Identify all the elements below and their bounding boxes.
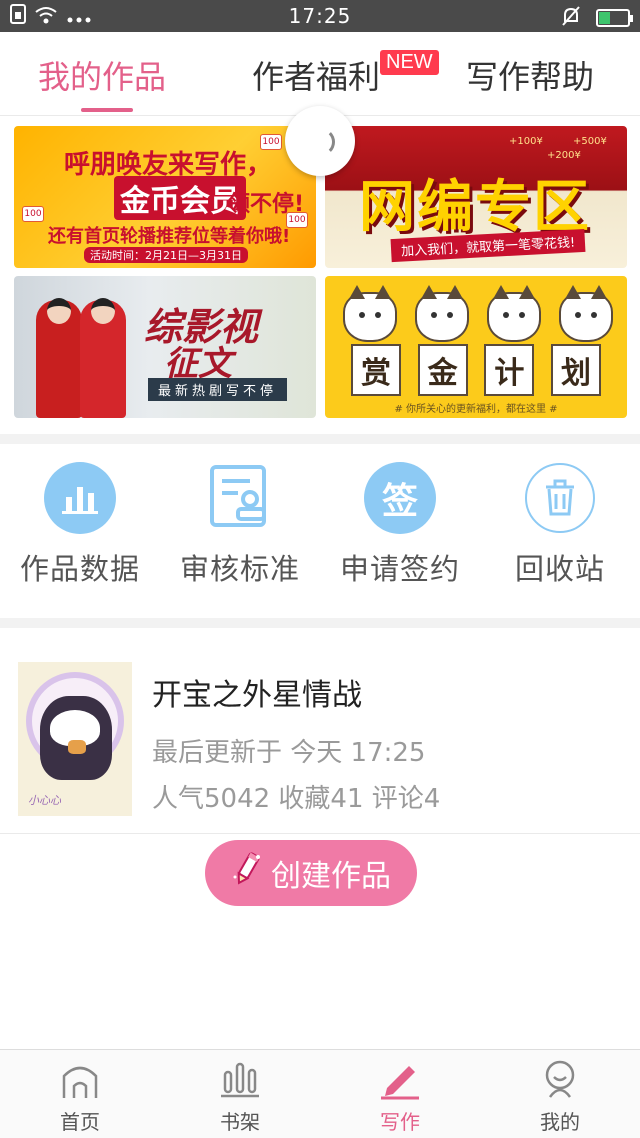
banner-caption: # 你所关心的更新福利，都在这里 # — [394, 404, 558, 415]
banner-bounty-plan[interactable]: 赏 金 计 划 # 你所关心的更新福利，都在这里 # — [325, 276, 627, 418]
cover-text: 小心心 — [28, 794, 61, 807]
action-apply-contract[interactable]: 签 申请签约 — [320, 462, 480, 588]
nav-label: 书架 — [220, 1110, 260, 1134]
amount-label: +100¥ — [509, 136, 543, 147]
banner-line: 还有首页轮播推荐位等着你哦! — [48, 226, 291, 247]
action-label: 作品数据 — [19, 552, 140, 586]
action-review-standards[interactable]: 审核标准 — [160, 462, 320, 588]
banner-line: 领不停! — [228, 192, 305, 217]
nav-label: 我的 — [540, 1110, 580, 1134]
action-label: 申请签约 — [339, 552, 460, 586]
home-icon — [0, 1056, 160, 1104]
quick-actions: 作品数据 审核标准 签 申请签约 回收站 — [0, 444, 640, 618]
cat-icon — [487, 285, 541, 342]
loading-spinner-icon — [285, 106, 355, 176]
battery-level — [599, 12, 610, 24]
work-cover-image[interactable]: 小心心 — [18, 662, 132, 816]
work-title[interactable]: 开宝之外星情战 — [152, 670, 362, 714]
character-figure — [80, 298, 126, 418]
banner-web-editor[interactable]: +100¥ +500¥ +200¥ 网编专区 加入我们，就取第一笔零花钱! — [325, 126, 627, 268]
status-right — [560, 5, 633, 31]
nav-write[interactable]: 写作 — [320, 1056, 480, 1135]
work-list-item[interactable]: 小心心 开宝之外星情战 最后更新于 今天 17:25 人气5042 收藏41 评… — [0, 628, 640, 834]
sign-contract-icon: 签 — [364, 462, 436, 534]
work-stats: 人气5042 收藏41 评论4 — [152, 784, 441, 814]
action-recycle-bin[interactable]: 回收站 — [480, 462, 640, 588]
banner-invite-friends[interactable]: 100 100 100 呼朋唤友来写作， 金币会员 领不停! 还有首页轮播推荐位… — [14, 126, 316, 268]
banner-dates: 活动时间：2月21日—3月31日 — [84, 247, 248, 263]
banner-caption: 最新热剧写不停 — [148, 378, 288, 401]
tab-my-works[interactable]: 我的作品 — [38, 52, 166, 98]
title-char: 计 — [484, 344, 535, 396]
cat-icon — [343, 285, 397, 342]
cat-icon — [415, 285, 469, 342]
action-label: 审核标准 — [179, 552, 300, 586]
tab-author-benefits[interactable]: 作者福利 — [252, 52, 380, 98]
nav-label: 首页 — [60, 1110, 100, 1134]
bounty-title: 赏 金 计 划 — [351, 344, 601, 396]
coin-icon: 100 — [22, 206, 44, 222]
title-char: 划 — [550, 344, 601, 396]
mute-bell-icon — [560, 5, 582, 31]
work-last-updated: 最后更新于 今天 17:25 — [152, 738, 426, 768]
nav-home[interactable]: 首页 — [0, 1056, 160, 1135]
banner-drama-contest[interactable]: 综影视 征文 最新热剧写不停 — [14, 276, 316, 418]
review-doc-icon — [208, 463, 272, 533]
title-char: 金 — [417, 344, 468, 396]
bar-chart-icon — [44, 462, 116, 534]
action-label: 回收站 — [514, 552, 605, 586]
status-bar: 17:25 — [0, 0, 640, 32]
profile-icon — [480, 1056, 640, 1104]
trash-icon — [525, 463, 595, 533]
nav-profile[interactable]: 我的 — [480, 1056, 640, 1135]
amount-label: +500¥ — [573, 136, 607, 147]
create-work-label: 创建作品 — [271, 859, 391, 894]
tab-writing-help[interactable]: 写作帮助 — [466, 52, 594, 98]
nav-label: 写作 — [380, 1110, 420, 1134]
cat-illustrations — [343, 285, 613, 352]
section-divider — [0, 434, 640, 444]
pencil-icon — [231, 851, 263, 895]
pen-icon — [320, 1056, 480, 1104]
title-char: 赏 — [351, 344, 401, 396]
battery-charging-icon — [596, 9, 633, 27]
top-tabs: 我的作品 作者福利 NEW 写作帮助 — [0, 32, 640, 116]
section-divider — [0, 618, 640, 628]
character-figure — [36, 298, 82, 418]
status-time: 17:25 — [288, 4, 352, 28]
nav-bookshelf[interactable]: 书架 — [160, 1056, 320, 1135]
new-badge: NEW — [380, 50, 439, 75]
amount-label: +200¥ — [547, 150, 581, 161]
action-work-data[interactable]: 作品数据 — [0, 462, 160, 588]
create-work-button[interactable]: 创建作品 — [205, 840, 417, 906]
bookshelf-icon — [160, 1056, 320, 1104]
cat-icon — [559, 285, 613, 342]
banner-highlight: 金币会员 — [114, 176, 246, 220]
sign-glyph: 签 — [381, 481, 418, 522]
active-tab-indicator — [81, 108, 133, 112]
bottom-navigation: 首页 书架 写作 我的 — [0, 1049, 640, 1138]
